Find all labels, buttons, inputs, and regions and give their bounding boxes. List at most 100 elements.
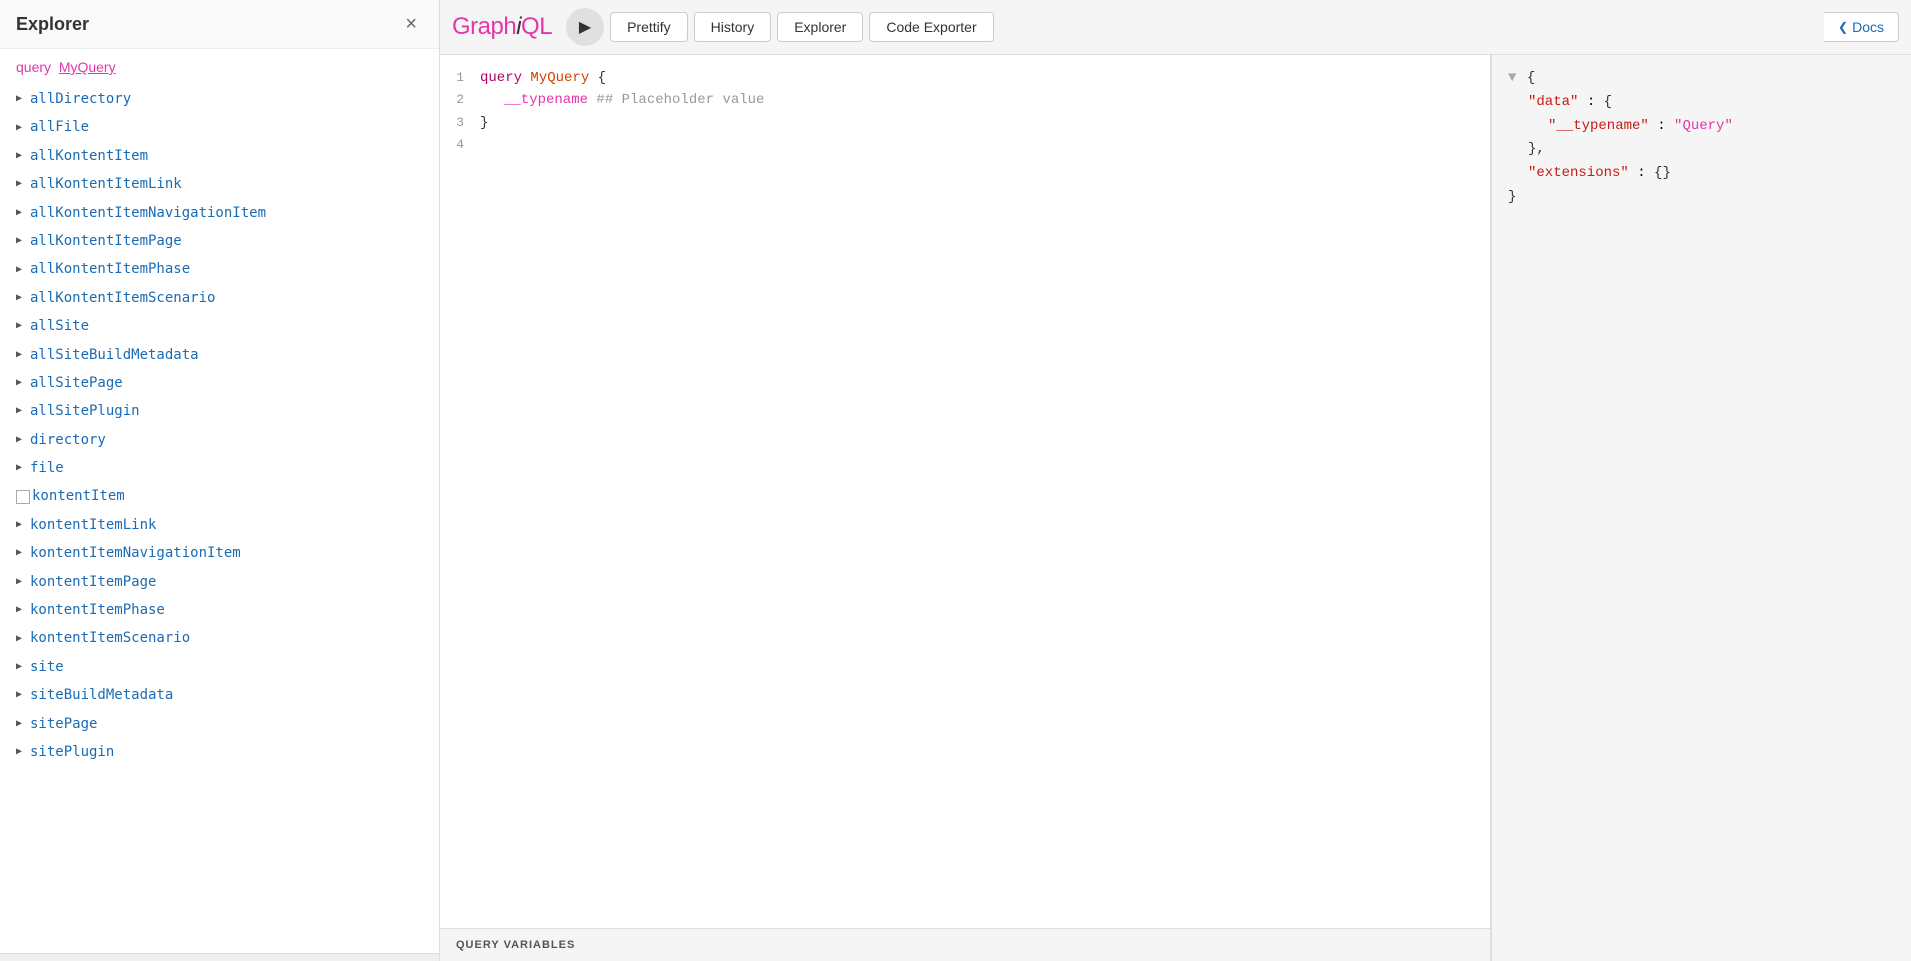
- arrow-icon: ▶: [16, 290, 30, 306]
- code-content-2: __typename ## Placeholder value: [480, 89, 1490, 111]
- explorer-item[interactable]: ▶ siteBuildMetadata: [12, 681, 439, 709]
- explorer-item[interactable]: ▶ kontentItemPhase: [12, 596, 439, 624]
- explorer-item[interactable]: ▶ allKontentItemPage: [12, 227, 439, 255]
- item-label: allFile: [30, 116, 89, 138]
- query-name: MyQuery: [59, 59, 116, 75]
- explorer-item[interactable]: ▶ kontentItemNavigationItem: [12, 539, 439, 567]
- explorer-item[interactable]: ▶ allSitePlugin: [12, 397, 439, 425]
- arrow-icon: ▶: [16, 460, 30, 476]
- explorer-item[interactable]: ▶ kontentItemPage: [12, 568, 439, 596]
- explorer-item[interactable]: ▶ sitePage: [12, 710, 439, 738]
- item-label: allDirectory: [30, 88, 131, 110]
- keyword-query: query: [480, 70, 522, 86]
- explorer-item[interactable]: ▶ allSiteBuildMetadata: [12, 341, 439, 369]
- logo-i: i: [516, 13, 521, 40]
- explorer-item[interactable]: kontentItem: [12, 482, 439, 510]
- code-line-3: 3 }: [440, 112, 1490, 134]
- item-label: allSiteBuildMetadata: [30, 344, 199, 366]
- typename-field: __typename: [504, 92, 588, 108]
- explorer-button[interactable]: Explorer: [777, 12, 863, 42]
- explorer-scroll-bottom[interactable]: [0, 953, 439, 961]
- result-line-typename: "__typename" : "Query": [1508, 115, 1895, 139]
- line-number-2: 2: [440, 90, 480, 111]
- extensions-key: "extensions": [1528, 165, 1629, 181]
- colon: :: [1637, 165, 1654, 181]
- code-exporter-button[interactable]: Code Exporter: [869, 12, 993, 42]
- docs-button[interactable]: ❮ Docs: [1824, 12, 1899, 42]
- comment: ## Placeholder value: [596, 92, 764, 108]
- explorer-item[interactable]: ▶ allKontentItem: [12, 142, 439, 170]
- editor-area: 1 query MyQuery { 2 __typename: [440, 55, 1911, 961]
- explorer-item[interactable]: ▶ sitePlugin: [12, 738, 439, 766]
- indent: [480, 92, 504, 108]
- code-line-1: 1 query MyQuery {: [440, 67, 1490, 89]
- chevron-left-icon: ❮: [1838, 20, 1848, 34]
- run-button[interactable]: ▶: [566, 8, 604, 46]
- item-label: sitePlugin: [30, 741, 114, 763]
- result-panel: ▼ { "data" : { "__typename" : "Query" },…: [1491, 55, 1911, 961]
- query-editor[interactable]: 1 query MyQuery { 2 __typename: [440, 55, 1491, 961]
- collapse-icon[interactable]: ▼: [1508, 67, 1516, 91]
- query-variables-label: QUERY VARIABLES: [456, 939, 575, 951]
- explorer-item[interactable]: ▶ allKontentItemPhase: [12, 255, 439, 283]
- item-label: allSite: [30, 315, 89, 337]
- arrow-icon: ▶: [16, 233, 30, 249]
- result-line-1: ▼ {: [1508, 67, 1895, 91]
- arrow-icon: ▶: [16, 545, 30, 561]
- arrow-icon: ▶: [16, 176, 30, 192]
- open-brace: {: [598, 70, 606, 86]
- data-key: "data": [1528, 94, 1578, 110]
- explorer-item[interactable]: ▶ allFile: [12, 113, 439, 141]
- arrow-icon: ▶: [16, 432, 30, 448]
- item-label: allSitePlugin: [30, 400, 140, 422]
- query-variables-bar[interactable]: QUERY VARIABLES: [440, 928, 1490, 961]
- explorer-item[interactable]: ▶ allKontentItemLink: [12, 170, 439, 198]
- arrow-icon: ▶: [16, 631, 30, 647]
- explorer-item[interactable]: ▶ directory: [12, 426, 439, 454]
- item-label: allKontentItemPhase: [30, 258, 190, 280]
- explorer-item[interactable]: ▶ allSitePage: [12, 369, 439, 397]
- checkbox-icon[interactable]: [16, 490, 30, 504]
- typename-value: "Query": [1674, 118, 1733, 134]
- close-button[interactable]: ×: [399, 12, 423, 36]
- arrow-icon: ▶: [16, 517, 30, 533]
- prettify-button[interactable]: Prettify: [610, 12, 688, 42]
- arrow-icon: ▶: [16, 205, 30, 221]
- item-label: kontentItemNavigationItem: [30, 542, 241, 564]
- explorer-item[interactable]: ▶ allKontentItemScenario: [12, 284, 439, 312]
- code-content-4: [480, 134, 1490, 156]
- arrow-icon: ▶: [16, 148, 30, 164]
- query-keyword: query: [16, 59, 51, 75]
- explorer-header: Explorer ×: [0, 0, 439, 49]
- result-line-data-close: },: [1508, 138, 1895, 162]
- arrow-icon: ▶: [16, 602, 30, 618]
- item-label: allKontentItemScenario: [30, 287, 215, 309]
- history-button[interactable]: History: [694, 12, 772, 42]
- explorer-item[interactable]: ▶ kontentItemScenario: [12, 624, 439, 652]
- item-label: file: [30, 457, 64, 479]
- item-label: directory: [30, 429, 106, 451]
- explorer-list[interactable]: ▶ allDirectory▶ allFile▶ allKontentItem▶…: [0, 81, 439, 953]
- code-area[interactable]: 1 query MyQuery { 2 __typename: [440, 55, 1490, 928]
- arrow-icon: ▶: [16, 262, 30, 278]
- arrow-icon: ▶: [16, 744, 30, 760]
- arrow-icon: ▶: [16, 120, 30, 136]
- item-label: allKontentItemNavigationItem: [30, 202, 266, 224]
- explorer-item[interactable]: ▶ file: [12, 454, 439, 482]
- explorer-item[interactable]: ▶ allDirectory: [12, 85, 439, 113]
- item-label: allKontentItemPage: [30, 230, 182, 252]
- explorer-item[interactable]: ▶ allKontentItemNavigationItem: [12, 199, 439, 227]
- close-brace: }: [480, 115, 488, 131]
- arrow-icon: ▶: [16, 375, 30, 391]
- result-line-extensions: "extensions" : {}: [1508, 162, 1895, 186]
- toolbar: GraphiQL ▶ Prettify History Explorer Cod…: [440, 0, 1911, 55]
- arrow-icon: ▶: [16, 687, 30, 703]
- code-content-1: query MyQuery {: [480, 67, 1490, 89]
- item-label: site: [30, 656, 64, 678]
- data-open: {: [1604, 94, 1612, 110]
- explorer-item[interactable]: ▶ site: [12, 653, 439, 681]
- explorer-item[interactable]: ▶ allSite: [12, 312, 439, 340]
- explorer-item[interactable]: ▶ kontentItemLink: [12, 511, 439, 539]
- result-close-brace: }: [1508, 189, 1516, 205]
- result-line-close: }: [1508, 186, 1895, 210]
